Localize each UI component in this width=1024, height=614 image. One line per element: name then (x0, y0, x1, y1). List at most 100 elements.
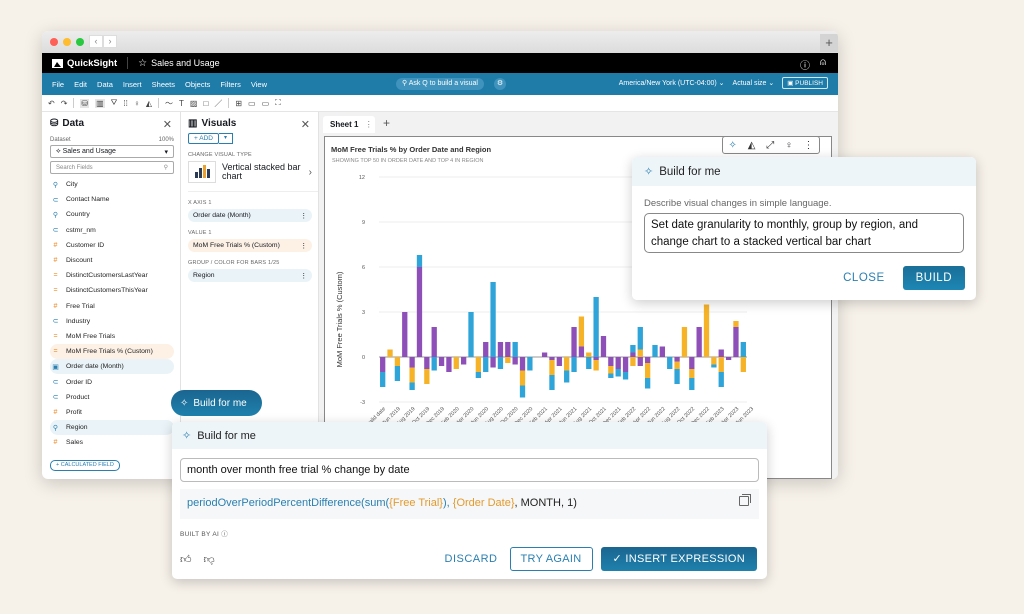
menu-objects[interactable]: Objects (185, 80, 210, 89)
back-button[interactable]: ‹ (89, 35, 103, 48)
field-item[interactable]: = MoM Free Trials % (Custom) (50, 344, 174, 360)
visual-type-selector[interactable]: Vertical stacked bar chart › (188, 161, 318, 192)
build-for-me-icon[interactable]: ✧ (728, 140, 736, 151)
calculated-field-icon: = (53, 348, 58, 356)
star-icon[interactable]: ☆ (138, 58, 147, 69)
zoom-select[interactable]: Actual size ⌄ (733, 79, 775, 87)
discard-button[interactable]: DISCARD (445, 553, 498, 565)
group-field-well[interactable]: Region ⋮ (188, 269, 312, 282)
menu-file[interactable]: File (52, 80, 64, 89)
field-item[interactable]: ⊂ Contact Name (50, 192, 174, 207)
close-visuals-panel-icon[interactable]: ✕ (301, 118, 310, 131)
menu-insert[interactable]: Insert (123, 80, 142, 89)
add-sheet-button[interactable]: + (383, 116, 390, 130)
themes-icon[interactable]: ◭ (146, 99, 152, 108)
calc-prompt-input[interactable]: month over month free trial % change by … (180, 458, 759, 482)
bar-segment (718, 349, 724, 357)
field-item[interactable]: = DistinctCustomersLastYear (50, 268, 174, 283)
visual-prompt-input[interactable]: Set date granularity to monthly, group b… (644, 213, 964, 253)
more-icon[interactable]: ⋮ (300, 212, 307, 220)
new-tab-button[interactable]: + (820, 34, 838, 52)
forward-button[interactable]: › (103, 35, 117, 48)
add-visual-dropdown[interactable]: ▾ (218, 133, 233, 144)
field-item[interactable]: ⊂ Product (50, 390, 174, 405)
field-item[interactable]: # Discount (50, 253, 174, 268)
field-item[interactable]: ⚲ City (50, 177, 174, 192)
field-item[interactable]: ⚲ Region (50, 420, 174, 436)
undo-icon[interactable]: ↶ (48, 99, 55, 108)
close-window-button[interactable] (50, 38, 58, 46)
field-item[interactable]: ⊂ Order ID (50, 374, 174, 389)
build-button[interactable]: BUILD (902, 266, 965, 290)
info-icon[interactable]: ⓘ (221, 531, 228, 538)
close-data-panel-icon[interactable]: ✕ (163, 118, 172, 131)
field-item[interactable]: # Sales (50, 435, 174, 450)
bar-segment (615, 369, 621, 377)
brand-name[interactable]: QuickSight (67, 58, 117, 69)
bar-segment (593, 357, 599, 360)
more-options-icon[interactable]: ⋮ (804, 140, 814, 151)
publish-button[interactable]: ▣ PUBLISH (782, 77, 828, 89)
field-item[interactable]: # Customer ID (50, 238, 174, 253)
bar-segment (394, 366, 401, 381)
insights-icon[interactable]: ♀ (134, 99, 140, 108)
value-field-well[interactable]: MoM Free Trials % (Custom) ⋮ (188, 239, 312, 252)
field-item[interactable]: ⊂ Industry (50, 314, 174, 329)
tab-sheet-1[interactable]: Sheet 1 ⋮ (323, 116, 375, 133)
visual-title: MoM Free Trials % by Order Date and Regi… (331, 145, 492, 154)
image-icon[interactable]: ▨ (190, 99, 198, 108)
text-icon[interactable]: T (179, 99, 184, 108)
menu-edit[interactable]: Edit (74, 80, 87, 89)
more-icon[interactable]: ⋮ (300, 242, 307, 250)
expand-icon[interactable]: ⤢ (766, 140, 774, 151)
help-icon[interactable]: ⓘ (800, 57, 810, 72)
thumbs-up-icon[interactable]: 👍︎ (180, 553, 192, 566)
fullscreen-icon[interactable]: ⛶ (275, 98, 281, 108)
format-visual-icon[interactable]: ◭ (748, 140, 756, 151)
field-item[interactable]: # Profit (50, 405, 174, 420)
q-settings-icon[interactable]: ⚙ (494, 78, 506, 90)
menu-view[interactable]: View (251, 80, 267, 89)
insights-icon[interactable]: ♀ (785, 140, 793, 151)
insert-expression-button[interactable]: ✓ INSERT EXPRESSION (600, 547, 757, 571)
field-item[interactable]: ⚲ Country (50, 207, 174, 222)
field-item[interactable]: ⊂ cstmr_nm (50, 223, 174, 238)
footer-icon[interactable]: ▭ (262, 99, 270, 108)
parameters-icon[interactable]: ⁞⁞ (123, 99, 127, 108)
user-icon[interactable]: ⍝ (820, 57, 826, 72)
field-item[interactable]: ▣ Order date (Month) (50, 359, 174, 375)
more-icon[interactable]: ⋮ (300, 272, 307, 280)
data-panel-icon[interactable]: ⛁ (80, 98, 90, 108)
bar-segment (674, 357, 680, 362)
field-item[interactable]: = MoM Free Trials (50, 329, 174, 344)
copy-icon[interactable] (739, 494, 751, 506)
menu-filters[interactable]: Filters (220, 80, 240, 89)
field-item[interactable]: # Free Trial (50, 299, 174, 314)
try-again-button[interactable]: TRY AGAIN (509, 547, 593, 571)
timezone-select[interactable]: America/New York (UTC-04:00) ⌄ (619, 79, 725, 87)
expression-function: ), (442, 497, 453, 509)
more-icon[interactable]: ⋮ (365, 120, 373, 129)
search-fields-input[interactable]: Search Fields ⚲ (50, 161, 174, 174)
visuals-panel-icon[interactable]: ▥ (95, 98, 105, 108)
header-icon[interactable]: ▭ (248, 99, 256, 108)
x-axis-field-well[interactable]: Order date (Month) ⋮ (188, 209, 312, 222)
menu-data[interactable]: Data (97, 80, 113, 89)
field-item[interactable]: = DistinctCustomersThisYear (50, 283, 174, 298)
filter-icon[interactable]: ⛛ (111, 98, 118, 108)
minimize-window-button[interactable] (63, 38, 71, 46)
ask-q-button[interactable]: ⚲ Ask Q to build a visual (396, 78, 484, 90)
shape-icon[interactable]: □ (203, 99, 208, 108)
close-button[interactable]: CLOSE (843, 272, 885, 284)
line-icon[interactable]: ／ (214, 98, 222, 109)
maximize-window-button[interactable] (76, 38, 84, 46)
add-calculated-field-button[interactable]: + CALCULATED FIELD (50, 460, 120, 471)
menu-sheets[interactable]: Sheets (152, 80, 175, 89)
redo-icon[interactable]: ↷ (61, 99, 68, 108)
dataset-select[interactable]: ⟡ Sales and Usage ▾ (50, 145, 174, 158)
thumbs-down-icon[interactable]: 👎︎ (204, 553, 215, 566)
layout-icon[interactable]: ⊞ (235, 99, 242, 108)
line-chart-icon[interactable]: 〜 (165, 98, 173, 109)
add-visual-button[interactable]: + ADD (188, 133, 219, 144)
build-for-me-button[interactable]: ✧ Build for me (171, 390, 262, 416)
